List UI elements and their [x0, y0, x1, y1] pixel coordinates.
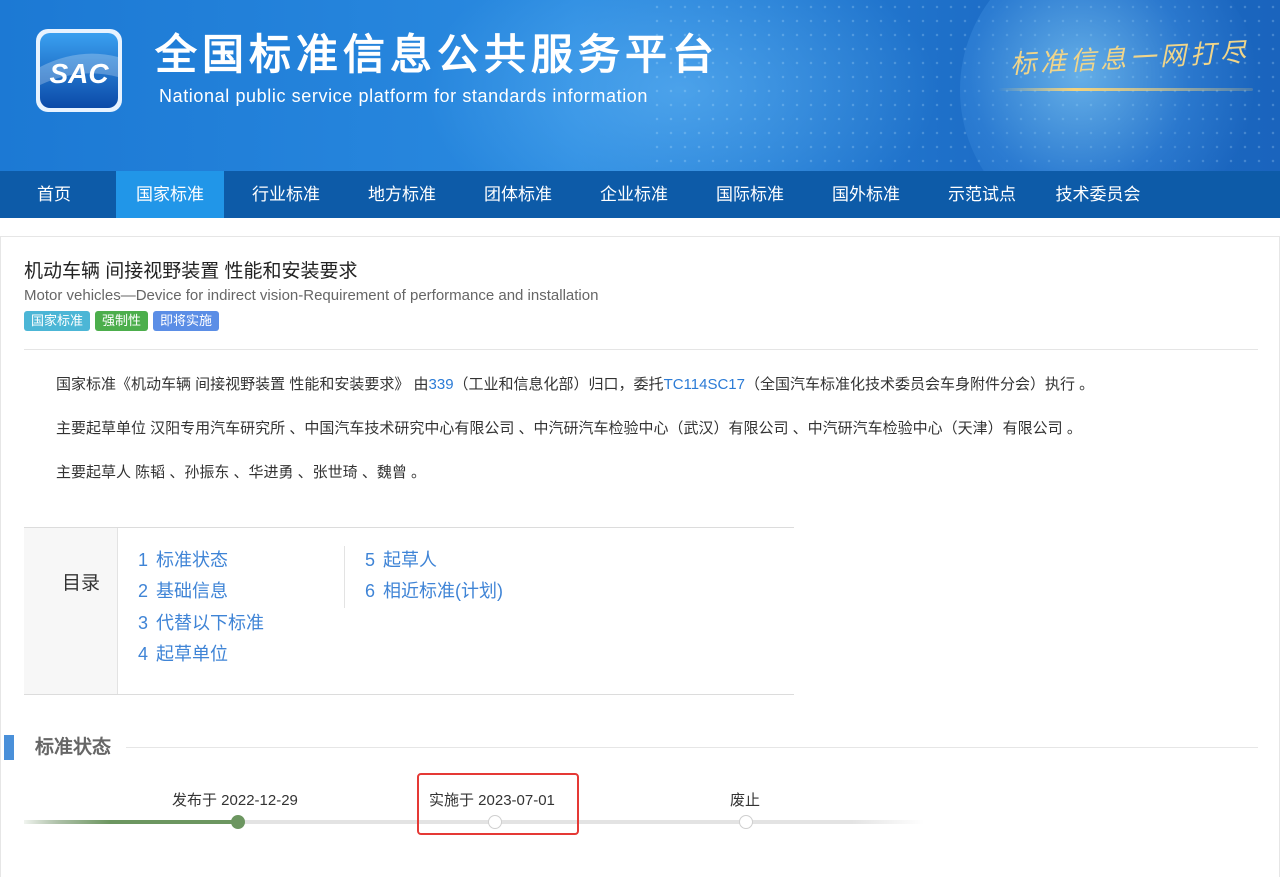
toc-item-number: 2 — [138, 581, 149, 601]
toc-item-number: 4 — [138, 644, 149, 664]
nav-item-demo-pilots[interactable]: 示范试点 — [928, 171, 1036, 218]
header-banner: SAC 全国标准信息公共服务平台 National public service… — [0, 0, 1280, 171]
responsible-paragraph: 国家标准《机动车辆 间接视野装置 性能和安装要求》 由339（工业和信息化部）归… — [56, 374, 1094, 396]
toc-item-drafting-units[interactable]: 4 起草单位 — [138, 642, 228, 666]
section-divider — [126, 747, 1258, 748]
timeline-label-published: 发布于 2022-12-29 — [172, 792, 298, 809]
nav-item-group-standards[interactable]: 团体标准 — [464, 171, 572, 218]
tag-upcoming: 即将实施 — [153, 311, 220, 331]
toc-item-label: 基础信息 — [156, 581, 229, 601]
toc-item-drafters[interactable]: 5 起草人 — [365, 548, 437, 572]
toc-item-label: 代替以下标准 — [156, 613, 265, 633]
site-subtitle: National public service platform for sta… — [159, 86, 649, 106]
toc-item-label: 起草人 — [383, 550, 438, 570]
nav-item-national-standards[interactable]: 国家标准 — [116, 171, 224, 218]
timeline-dot-abolished — [739, 815, 753, 829]
dept-code-link[interactable]: 339 — [429, 376, 454, 393]
toc-item-basic-info[interactable]: 2 基础信息 — [138, 579, 228, 603]
toc-item-number: 1 — [138, 550, 149, 570]
section-title-status: 标准状态 — [35, 737, 112, 758]
toc-item-label: 起草单位 — [156, 644, 229, 664]
table-of-contents: 目录 1 标准状态 2 基础信息 3 代替以下标准 4 起草单位 5 起草人 6 相近标准(… — [24, 527, 794, 695]
main-nav: 首页 国家标准 行业标准 地方标准 团体标准 企业标准 国际标准 国外标准 示范… — [0, 171, 1280, 218]
timeline-progress — [24, 820, 240, 824]
toc-column-divider — [344, 546, 345, 608]
nav-item-home[interactable]: 首页 — [0, 171, 108, 218]
nav-item-tech-committees[interactable]: 技术委员会 — [1044, 171, 1152, 218]
standard-title-en: Motor vehicles—Device for indirect visio… — [24, 287, 599, 304]
drafting-units-paragraph: 主要起草单位 汉阳专用汽车研究所 、中国汽车技术研究中心有限公司 、中汽研汽车检… — [56, 420, 1082, 437]
logo-text: SAC — [49, 58, 109, 89]
toc-label: 目录 — [62, 573, 101, 594]
toc-item-number: 5 — [365, 550, 376, 570]
para1-mid: （工业和信息化部）归口，委托 — [453, 376, 664, 393]
toc-item-number: 6 — [365, 581, 376, 601]
toc-item-similar-standards[interactable]: 6 相近标准(计划) — [365, 579, 503, 603]
header-divider — [24, 349, 1258, 350]
globe-graphic — [960, 0, 1260, 171]
timeline-label-abolished: 废止 — [730, 792, 761, 809]
highlight-annotation-box — [417, 773, 579, 835]
drafters-paragraph: 主要起草人 陈韬 、孙振东 、华进勇 、张世琦 、魏曾 。 — [56, 464, 427, 481]
tag-national-standard: 国家标准 — [24, 311, 91, 331]
nav-item-industry-standards[interactable]: 行业标准 — [232, 171, 340, 218]
toc-item-label: 相近标准(计划) — [383, 581, 504, 601]
section-accent-bar — [4, 735, 14, 760]
para1-suffix: （全国汽车标准化技术委员会车身附件分会）执行 。 — [745, 376, 1095, 393]
para1-prefix: 国家标准《机动车辆 间接视野装置 性能和安装要求》 由 — [56, 376, 429, 393]
standard-title: 机动车辆 间接视野装置 性能和安装要求 — [24, 261, 358, 282]
nav-item-international-standards[interactable]: 国际标准 — [696, 171, 804, 218]
nav-item-enterprise-standards[interactable]: 企业标准 — [580, 171, 688, 218]
sac-logo[interactable]: SAC — [34, 27, 124, 114]
slogan-underline — [998, 88, 1253, 91]
tc-code-link[interactable]: TC114SC17 — [664, 376, 745, 393]
tag-list: 国家标准 强制性 即将实施 — [24, 310, 224, 331]
timeline-dot-published — [231, 815, 245, 829]
toc-item-status[interactable]: 1 标准状态 — [138, 548, 228, 572]
toc-item-label: 标准状态 — [156, 550, 229, 570]
tag-mandatory: 强制性 — [95, 311, 149, 331]
toc-item-replaces[interactable]: 3 代替以下标准 — [138, 611, 264, 635]
site-title: 全国标准信息公共服务平台 — [155, 31, 720, 78]
toc-item-number: 3 — [138, 613, 149, 633]
nav-item-local-standards[interactable]: 地方标准 — [348, 171, 456, 218]
nav-item-foreign-standards[interactable]: 国外标准 — [812, 171, 920, 218]
toc-sidebar: 目录 — [24, 528, 118, 694]
